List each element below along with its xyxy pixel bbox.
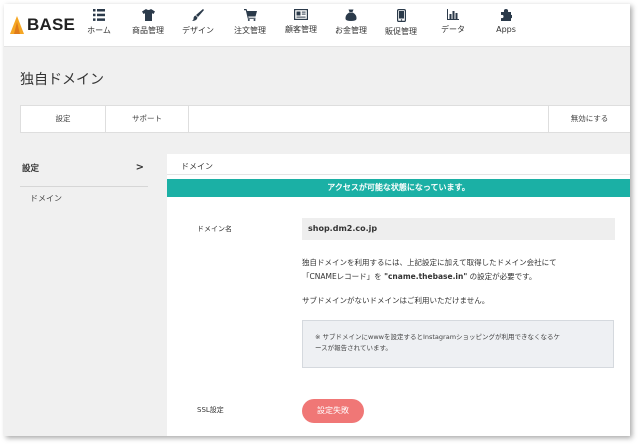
sidebar-heading-label: 設定: [22, 164, 40, 174]
cart-icon: [243, 9, 257, 21]
description-line-1: 独自ドメインを利用するには、上記設定に加えて取得したドメイン会社にて: [302, 258, 557, 267]
instagram-note: ※ サブドメインにwwwを設定するとInstagramショッピングが利用できなく…: [302, 320, 614, 368]
note-line-2: ースが報告されています。: [315, 344, 392, 352]
nav-orders-label: 注文管理: [234, 26, 266, 35]
nav-data[interactable]: データ: [427, 9, 479, 43]
nav-home-label: ホーム: [87, 26, 111, 35]
panel-title: ドメイン: [181, 162, 213, 171]
grid-icon: [93, 9, 105, 21]
divider: [167, 174, 630, 175]
chevron-right-icon: >: [135, 162, 144, 173]
desc-line2-prefix: 「CNAMEレコード」を: [302, 272, 385, 281]
nav-design-label: デザイン: [182, 26, 214, 35]
tshirt-icon: [141, 9, 155, 21]
sidebar-settings-heading[interactable]: 設定 >: [20, 160, 148, 187]
nav-products-label: 商品管理: [132, 26, 164, 35]
nav-data-label: データ: [441, 25, 465, 34]
description-line-2: 「CNAMEレコード」を "cname.thebase.in" の設定が必要です…: [302, 270, 536, 284]
nav-money[interactable]: お金管理: [325, 9, 377, 43]
nav-apps[interactable]: Apps: [480, 9, 532, 43]
ssl-status-button[interactable]: 設定失敗: [302, 399, 364, 423]
top-header: BASE ホーム 商品管理 デザイン 注文管理 顧客管理 お金管理 販促管理 デ…: [4, 4, 630, 47]
nav-apps-label: Apps: [496, 25, 516, 34]
brush-icon: [192, 9, 204, 21]
domain-name-label: ドメイン名: [197, 225, 232, 233]
nav-products[interactable]: 商品管理: [122, 9, 174, 43]
nav-design[interactable]: デザイン: [172, 9, 224, 43]
nav-home[interactable]: ホーム: [73, 9, 125, 43]
page-title: 独自ドメイン: [20, 72, 104, 88]
base-logo[interactable]: BASE: [10, 13, 75, 37]
app-window: BASE ホーム 商品管理 デザイン 注文管理 顧客管理 お金管理 販促管理 デ…: [4, 4, 630, 436]
ssl-label: SSL設定: [197, 406, 224, 414]
domain-panel: ドメイン アクセスが可能な状態になっています。 ドメイン名 shop.dm2.c…: [167, 154, 630, 436]
sidebar-item-domain[interactable]: ドメイン: [30, 193, 62, 204]
description-line-3: サブドメインがないドメインはご利用いただけません。: [302, 296, 490, 305]
status-alert: アクセスが可能な状態になっています。: [167, 179, 630, 197]
desc-line2-suffix: の設定が必要です。: [467, 272, 537, 281]
nav-customers-label: 顧客管理: [285, 25, 317, 34]
tab-settings[interactable]: 設定: [21, 106, 106, 132]
address-card-icon: [294, 9, 308, 20]
note-line-1: ※ サブドメインにwwwを設定するとInstagramショッピングが利用できなく…: [315, 333, 561, 341]
nav-promotion[interactable]: 販促管理: [375, 9, 427, 43]
domain-name-field: shop.dm2.co.jp: [302, 218, 615, 240]
puzzle-icon: [501, 9, 512, 21]
disable-button[interactable]: 無効にする: [548, 106, 630, 132]
tab-support[interactable]: サポート: [106, 106, 189, 132]
money-bag-icon: [345, 9, 357, 21]
nav-promotion-label: 販促管理: [385, 27, 417, 36]
nav-customers[interactable]: 顧客管理: [275, 9, 327, 43]
tab-bar: 設定 サポート 無効にする: [20, 105, 630, 133]
logo-text: BASE: [27, 15, 76, 34]
smartphone-icon: [396, 9, 406, 22]
cname-value: "cname.thebase.in": [384, 272, 468, 281]
nav-orders[interactable]: 注文管理: [224, 9, 276, 43]
base-logo-icon: [10, 16, 24, 34]
nav-money-label: お金管理: [335, 26, 367, 35]
bar-chart-icon: [447, 9, 459, 20]
